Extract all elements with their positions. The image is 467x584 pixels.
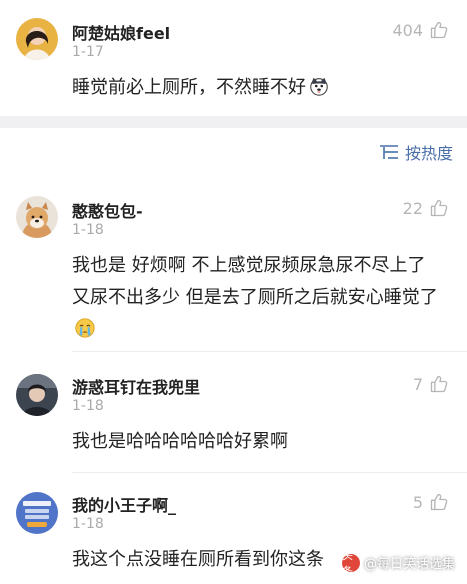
avatar-image [16, 492, 58, 534]
comment-text: 我也是 好烦啊 不上感觉尿频尿急尿不尽上了又尿不出多少 但是去了厕所之后就安心睡… [72, 250, 442, 346]
thumbs-up-icon [430, 493, 448, 511]
comment-like-button[interactable]: 5 [413, 492, 449, 512]
comment-date: 1-18 [72, 222, 104, 238]
post-date: 1-17 [72, 44, 104, 60]
post-like-count: 404 [392, 20, 423, 40]
comment-like-button[interactable]: 7 [413, 374, 449, 394]
thumbs-up-icon [430, 21, 448, 39]
comment-username[interactable]: 游惑耳钉在我兜里 [72, 374, 200, 398]
comment-date: 1-18 [72, 398, 104, 414]
avatar-image [16, 374, 58, 416]
comment-like-count: 22 [402, 198, 423, 218]
thumbs-up-icon [430, 199, 448, 217]
post-username[interactable]: 阿楚姑娘feel [72, 20, 170, 44]
comment-like-count: 5 [412, 492, 423, 512]
comment-text-content: 我也是 好烦啊 不上感觉尿频尿急尿不尽上了又尿不出多少 但是去了厕所之后就安心睡… [72, 255, 438, 308]
avatar-image [16, 196, 58, 238]
sort-bar: 按热度 [0, 128, 467, 176]
comment-divider [72, 351, 467, 352]
crying-face-emoji-icon [75, 318, 95, 338]
comment-username[interactable]: 憨憨包包- [72, 198, 143, 222]
avatar[interactable] [16, 374, 58, 416]
avatar-image [16, 18, 58, 60]
comment-divider [72, 472, 467, 473]
avatar[interactable] [16, 492, 58, 534]
post-text-content: 睡觉前必上厕所，不然睡不好 [72, 77, 306, 98]
comment-username[interactable]: 我的小王子啊_ [72, 492, 176, 516]
comment-date: 1-18 [72, 516, 104, 532]
watermark: 头条 @每日笑话选集 [341, 549, 455, 578]
toutiao-logo-icon: 头条 [341, 549, 360, 578]
comment-text: 我也是哈哈哈哈哈哈好累啊 [72, 431, 288, 452]
husky-emoji-icon [310, 77, 328, 96]
post-like-button[interactable]: 404 [392, 20, 449, 40]
watermark-text: @每日笑话选集 [363, 557, 455, 572]
sort-icon [379, 145, 398, 159]
post-text: 睡觉前必上厕所，不然睡不好 [72, 72, 452, 104]
avatar[interactable] [16, 196, 58, 238]
section-separator [0, 116, 467, 128]
avatar[interactable] [16, 18, 58, 60]
main-post: 阿楚姑娘feel 1-17 404 睡觉前必上厕所，不然睡不好 [0, 0, 467, 116]
comment-like-button[interactable]: 22 [403, 198, 449, 218]
sort-by-popularity-button[interactable]: 按热度 [405, 140, 453, 164]
comment-like-count: 7 [412, 374, 423, 394]
thumbs-up-icon [430, 375, 448, 393]
